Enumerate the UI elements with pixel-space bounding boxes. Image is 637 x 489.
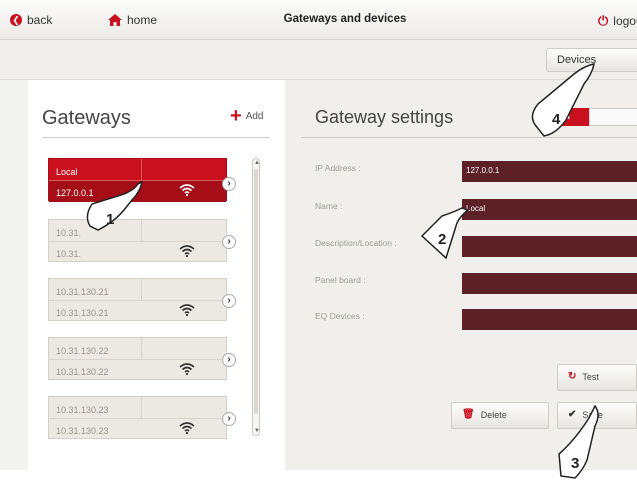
scroll-down-icon[interactable]: ▼: [254, 428, 260, 434]
gateway-item[interactable]: 10.31.130.23 10.31.130.23: [48, 396, 227, 439]
gateway-ip: 10.31.130.22: [56, 367, 109, 377]
callout-number: 4: [552, 111, 561, 128]
wifi-icon: [179, 363, 195, 377]
gateways-title: Gateways: [42, 107, 131, 129]
callout-number: 1: [106, 211, 114, 228]
gateway-name: 10.31.130.21: [56, 287, 109, 297]
delete-button[interactable]: 🗑 Delete: [451, 402, 549, 429]
chevron-right-icon[interactable]: ›: [222, 353, 236, 367]
wifi-icon: [179, 422, 195, 436]
gateway-name: 10.31.130.23: [56, 405, 109, 415]
panel-board-field[interactable]: [462, 273, 637, 294]
gateway-ip: 10.31.130.21: [56, 308, 109, 318]
wifi-icon: [179, 304, 195, 318]
wifi-icon: [179, 245, 195, 259]
power-icon: ⏻: [598, 13, 609, 28]
scroll-up-icon[interactable]: ▲: [254, 160, 260, 166]
description-label: Description/Location :: [315, 238, 397, 248]
chevron-right-icon[interactable]: ›: [222, 412, 236, 426]
gateway-name: 10.31.130.22: [56, 346, 109, 356]
chevron-right-icon[interactable]: ›: [222, 294, 236, 308]
gateways-panel: Gateways + Add Local 127.0.0.1 › 10.31. …: [28, 80, 285, 470]
callout-2: 2: [418, 207, 498, 273]
gateway-ip: 10.31.: [56, 249, 82, 259]
wifi-icon: [179, 184, 195, 198]
trash-icon: 🗑: [462, 409, 475, 420]
eq-devices-field[interactable]: [462, 309, 637, 330]
callout-number: 3: [571, 455, 579, 472]
top-bar: ❮ back home Gateways and devices ⏻ logou: [0, 0, 637, 40]
add-gateway-button[interactable]: + Add: [230, 105, 264, 127]
logout-button[interactable]: ⏻ logou: [598, 13, 637, 29]
test-button[interactable]: ↻ Test: [557, 364, 637, 391]
callout-number: 2: [438, 231, 446, 248]
gateway-ip: 10.31.130.23: [56, 426, 109, 436]
gateway-item[interactable]: 10.31.130.21 10.31.130.21: [48, 278, 227, 321]
name-label: Name :: [315, 201, 343, 211]
gateways-scrollbar[interactable]: ▲ ▼: [252, 158, 260, 436]
gateway-item[interactable]: 10.31.130.22 10.31.130.22: [48, 337, 227, 380]
delete-label: Delete: [480, 410, 507, 420]
test-label: Test: [582, 372, 599, 382]
plus-icon: +: [230, 105, 242, 127]
ip-address-field[interactable]: 127.0.0.1: [462, 161, 637, 182]
settings-title: Gateway settings: [315, 107, 454, 127]
panel-board-label: Panel board :: [315, 275, 366, 285]
logout-label: logou: [613, 14, 637, 28]
callout-4: 4: [522, 60, 602, 145]
chevron-right-icon[interactable]: ›: [222, 177, 236, 191]
eq-devices-label: EQ Devices :: [315, 311, 365, 321]
scrollbar-thumb[interactable]: [254, 169, 258, 414]
chevron-right-icon[interactable]: ›: [222, 235, 236, 249]
divider: [42, 137, 270, 138]
add-label: Add: [245, 110, 264, 122]
callout-1: 1: [84, 176, 164, 241]
page-title: Gateways and devices: [283, 13, 407, 25]
callout-3: 3: [545, 400, 625, 485]
gateway-name: 10.31.: [56, 228, 82, 238]
ip-address-label: IP Address :: [315, 163, 361, 173]
gateway-name: Local: [56, 167, 78, 177]
refresh-icon: ↻: [568, 371, 577, 382]
